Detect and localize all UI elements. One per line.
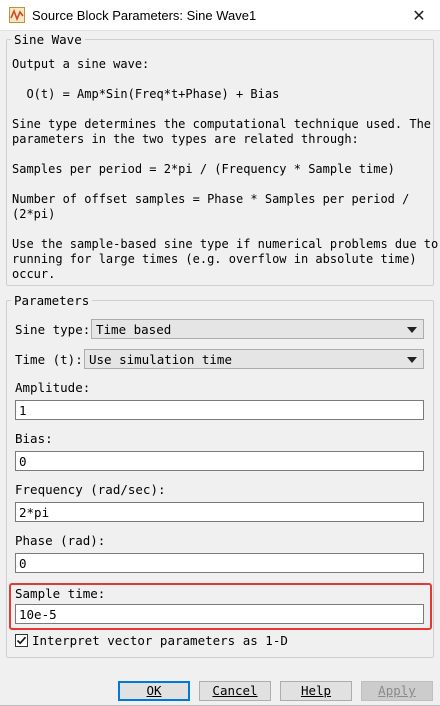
phase-field[interactable]: [16, 554, 423, 572]
help-button-label: Help: [300, 683, 332, 698]
checkmark-icon: [16, 636, 27, 645]
apply-button[interactable]: Apply: [361, 681, 433, 701]
window-title: Source Block Parameters: Sine Wave1: [32, 8, 257, 23]
phase-label: Phase (rad):: [15, 533, 106, 548]
simulink-icon: [9, 7, 25, 23]
description-line: Number of offset samples = Phase * Sampl…: [12, 192, 410, 206]
sample-time-field-box: [15, 604, 424, 624]
time-select[interactable]: Use simulation time: [84, 349, 424, 369]
description-line: Sine type determines the computational t…: [12, 117, 432, 131]
title-bar: Source Block Parameters: Sine Wave1 ✕: [0, 0, 440, 31]
time-label: Time (t):: [15, 352, 83, 367]
description-line: Samples per period = 2*pi / (Frequency *…: [12, 162, 395, 176]
ok-button[interactable]: OK: [118, 681, 190, 701]
frequency-label: Frequency (rad/sec):: [15, 482, 166, 497]
description-line: occur.: [12, 267, 56, 281]
sine-type-select[interactable]: Time based: [91, 319, 424, 339]
cancel-button[interactable]: Cancel: [199, 681, 271, 701]
interpret-vector-label: Interpret vector parameters as 1-D: [32, 633, 288, 648]
cancel-button-label: Cancel: [212, 683, 258, 698]
description-line: running for large times (e.g. overflow i…: [12, 252, 417, 266]
time-value: Use simulation time: [89, 352, 232, 367]
frequency-field-box: [15, 502, 424, 522]
sample-time-label: Sample time:: [15, 586, 106, 601]
description-group-title: Sine Wave: [14, 32, 82, 47]
description-line: parameters in the two types are related …: [12, 132, 359, 146]
phase-field-box: [15, 553, 424, 573]
apply-button-label: Apply: [378, 683, 416, 698]
amplitude-field[interactable]: [16, 401, 423, 419]
help-button[interactable]: Help: [280, 681, 352, 701]
sample-time-field[interactable]: [16, 605, 423, 623]
amplitude-label: Amplitude:: [15, 380, 91, 395]
close-icon[interactable]: ✕: [404, 2, 434, 28]
frequency-field[interactable]: [16, 503, 423, 521]
chevron-down-icon: [407, 327, 417, 333]
description-line: Output a sine wave:: [12, 57, 150, 71]
bias-field-box: [15, 451, 424, 471]
amplitude-field-box: [15, 400, 424, 420]
description-formula: O(t) = Amp*Sin(Freq*t+Phase) + Bias: [12, 87, 280, 101]
description-line: (2*pi): [12, 207, 56, 221]
ok-button-label: OK: [146, 683, 162, 698]
sine-type-value: Time based: [96, 322, 172, 337]
interpret-vector-checkbox[interactable]: [15, 634, 28, 647]
bias-field[interactable]: [16, 452, 423, 470]
bias-label: Bias:: [15, 431, 53, 446]
sine-type-label: Sine type:: [15, 322, 91, 337]
chevron-down-icon: [407, 357, 417, 363]
description-line: Use the sample-based sine type if numeri…: [12, 237, 439, 251]
parameters-group-title: Parameters: [14, 293, 90, 308]
